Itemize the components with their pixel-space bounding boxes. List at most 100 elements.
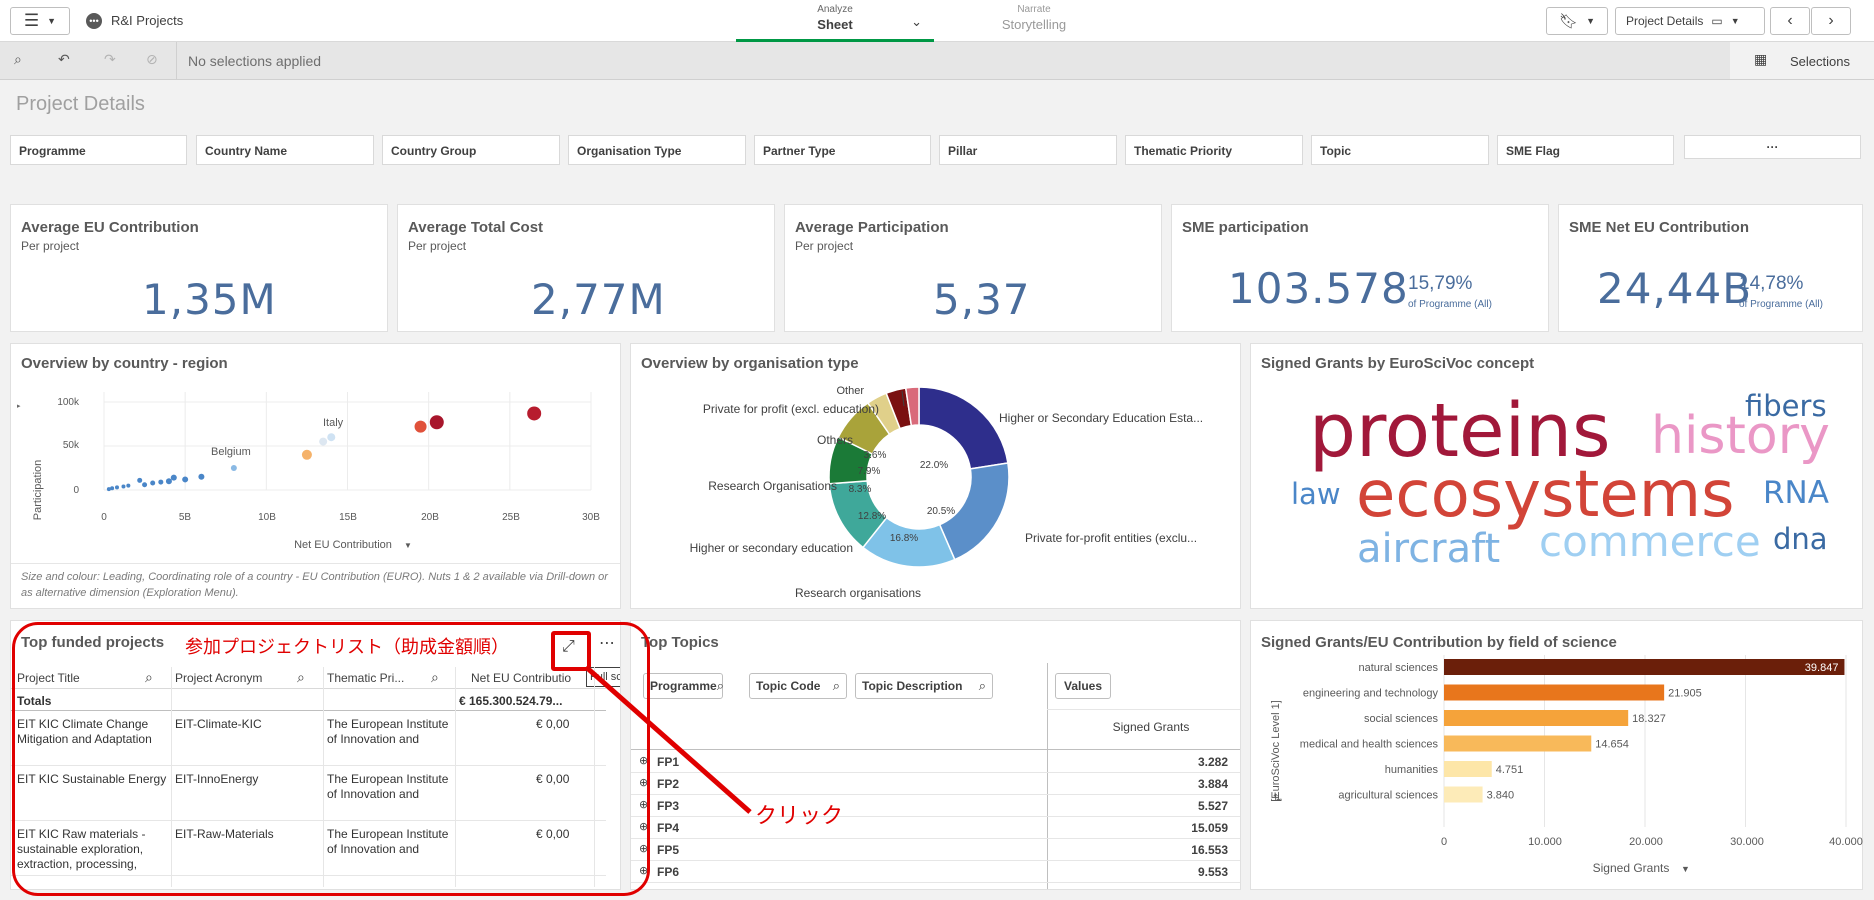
bar-social-sciences[interactable]	[1444, 710, 1629, 726]
bookmark-button[interactable]: 🔖︎ ▼	[1546, 7, 1608, 35]
kpi-sme-participation[interactable]: SME participation 103.578 15,79% of Prog…	[1171, 204, 1549, 332]
expand-plus-icon[interactable]: ⊕	[639, 776, 648, 789]
topic-filter-topic-description[interactable]: Topic Description ⌕	[855, 673, 993, 699]
scatter-card[interactable]: Overview by country - region Participati…	[10, 343, 621, 609]
scatter-point[interactable]	[106, 487, 111, 492]
values-button[interactable]: Values	[1055, 673, 1111, 699]
pivot-row[interactable]: ⊕ FP1 3.282	[631, 751, 1240, 773]
bar-natural-sciences[interactable]	[1444, 659, 1845, 675]
scatter-point[interactable]	[150, 480, 156, 486]
search-icon[interactable]: ⌕	[297, 669, 305, 686]
wordcloud-card[interactable]: Signed Grants by EuroSciVoc concept prot…	[1250, 343, 1863, 609]
scatter-point[interactable]	[142, 482, 148, 488]
expand-plus-icon[interactable]: ⊕	[639, 754, 648, 767]
topic-filter-topic-code[interactable]: Topic Code ⌕	[749, 673, 847, 699]
scatter-point[interactable]	[230, 465, 237, 471]
column-header-thematic[interactable]: Thematic Pri...	[327, 671, 404, 685]
top-topics-card[interactable]: Top Topics Programme ⌕ Topic Code ⌕ Topic …	[630, 620, 1241, 890]
column-header-acronym[interactable]: Project Acronym	[175, 671, 262, 685]
search-icon[interactable]: ⌕	[431, 669, 439, 686]
step-back-icon[interactable]: ↶	[58, 51, 70, 68]
filter-topic[interactable]: Topic	[1311, 135, 1489, 165]
expand-plus-icon[interactable]: ⊕	[639, 864, 648, 877]
tab-sheet[interactable]: Analyze Sheet ⌄	[736, 0, 934, 42]
donut-chart[interactable]: Other Private for profit (excl. educatio…	[631, 344, 1242, 610]
filter-programme[interactable]: Programme	[10, 135, 187, 165]
field-bar-chart[interactable]: natural sciences 39.847 engineering and te…	[1251, 621, 1864, 891]
filter-partner-type[interactable]: Partner Type	[754, 135, 931, 165]
scatter-point[interactable]	[327, 433, 336, 442]
sheet-selector[interactable]: Project Details ▭ ▼	[1615, 7, 1765, 35]
word-law[interactable]: law	[1291, 477, 1341, 511]
donut-card[interactable]: Overview by organisation type Other Priv…	[630, 343, 1241, 609]
clear-selections-icon[interactable]: ⊘	[146, 51, 158, 68]
sort-down-icon[interactable]: ▼	[1681, 864, 1690, 874]
chevron-down-icon[interactable]: ⌄	[911, 14, 922, 30]
kpi-average-participation[interactable]: Average Participation Per project 5,37	[784, 204, 1162, 332]
menu-button[interactable]: ☰ ▼	[10, 7, 70, 35]
scatter-point[interactable]	[429, 415, 444, 430]
filter-country-group[interactable]: Country Group	[382, 135, 560, 165]
pivot-row[interactable]: ⊕ FP2 3.884	[631, 773, 1240, 795]
next-sheet-button[interactable]: ›	[1811, 7, 1851, 35]
scatter-point[interactable]	[114, 485, 119, 490]
smart-search-icon[interactable]: ⌕	[14, 51, 22, 68]
kpi-sme-net-eu-contribution[interactable]: SME Net EU Contribution 24,44B 14,78% of…	[1558, 204, 1863, 332]
kpi-average-total-cost[interactable]: Average Total Cost Per project 2,77M	[397, 204, 775, 332]
donut-slice[interactable]	[918, 386, 1009, 470]
filter-sme-flag[interactable]: SME Flag	[1497, 135, 1674, 165]
filter-organisation-type[interactable]: Organisation Type	[568, 135, 746, 165]
pivot-row-value: 3.884	[1197, 777, 1228, 791]
scatter-point[interactable]	[182, 476, 189, 483]
word-commerce[interactable]: commerce	[1539, 517, 1761, 566]
scatter-point[interactable]	[126, 483, 131, 488]
more-options-icon[interactable]: ⋯	[599, 633, 615, 653]
table-row[interactable]: EIT KIC Sustainable Energy EIT-InnoEnerg…	[11, 766, 606, 821]
scatter-point[interactable]	[527, 406, 542, 421]
expand-plus-icon[interactable]: ⊕	[639, 842, 648, 855]
pivot-row[interactable]: ⊕ FP4 15.059	[631, 817, 1240, 839]
drill-down-icon[interactable]: ⇅	[1273, 793, 1281, 804]
bar-medical-and-health-sciences[interactable]	[1444, 735, 1592, 752]
pivot-row[interactable]: ⊕ FP3 5.527	[631, 795, 1240, 817]
filter-pillar[interactable]: Pillar	[939, 135, 1117, 165]
scatter-point[interactable]	[414, 420, 427, 433]
previous-sheet-button[interactable]: ‹	[1770, 7, 1810, 35]
column-header-title[interactable]: Project Title	[17, 671, 80, 685]
scatter-point[interactable]	[165, 478, 172, 485]
word-fibers[interactable]: fibers	[1745, 389, 1827, 423]
tab-storytelling[interactable]: Narrate Storytelling	[934, 0, 1134, 42]
topic-filter-programme[interactable]: Programme ⌕	[643, 673, 724, 699]
scatter-point[interactable]	[137, 477, 143, 483]
top-projects-card[interactable]: Top funded projects 参加プロジェクトリスト（助成金額順） ⤢…	[10, 620, 621, 890]
scatter-point[interactable]	[319, 437, 328, 446]
scatter-point[interactable]	[158, 479, 164, 485]
search-icon[interactable]: ⌕	[145, 669, 153, 686]
expand-plus-icon[interactable]: ⊕	[639, 820, 648, 833]
bar-humanities[interactable]	[1444, 761, 1492, 777]
scatter-point[interactable]	[198, 473, 205, 480]
field-chart-card[interactable]: Signed Grants/EU Contribution by field o…	[1250, 620, 1863, 890]
kpi-average-eu-contribution[interactable]: Average EU Contribution Per project 1,35…	[10, 204, 388, 332]
scatter-point[interactable]	[170, 474, 177, 481]
column-header-net-eu[interactable]: Net EU Contributio	[471, 671, 571, 685]
filter-more-button[interactable]: ···	[1684, 135, 1861, 159]
selections-toggle[interactable]: ▦ Selections	[1730, 42, 1874, 79]
pivot-row[interactable]: ⊕ FP5 16.553	[631, 839, 1240, 861]
scatter-point[interactable]	[301, 449, 312, 460]
scatter-point[interactable]	[121, 484, 126, 489]
fullscreen-button[interactable]: ⤢	[551, 631, 591, 671]
expand-plus-icon[interactable]: ⊕	[639, 798, 648, 811]
word-aircraft[interactable]: aircraft	[1357, 526, 1500, 572]
step-forward-icon[interactable]: ↷	[104, 51, 116, 68]
sort-down-icon[interactable]: ▼	[404, 541, 412, 550]
table-row[interactable]: EIT KIC Raw materials - sustainable expl…	[11, 821, 606, 876]
word-rna[interactable]: RNA	[1763, 475, 1829, 511]
filter-thematic-priority[interactable]: Thematic Priority	[1125, 135, 1303, 165]
bar-agricultural-sciences[interactable]	[1444, 786, 1483, 803]
filter-country-name[interactable]: Country Name	[196, 135, 374, 165]
pivot-row[interactable]: ⊕ FP6 9.553	[631, 861, 1240, 883]
bar-engineering-and-technology[interactable]	[1444, 684, 1665, 701]
table-row[interactable]: EIT KIC Climate Change Mitigation and Ad…	[11, 711, 606, 766]
word-dna[interactable]: dna	[1773, 522, 1828, 556]
